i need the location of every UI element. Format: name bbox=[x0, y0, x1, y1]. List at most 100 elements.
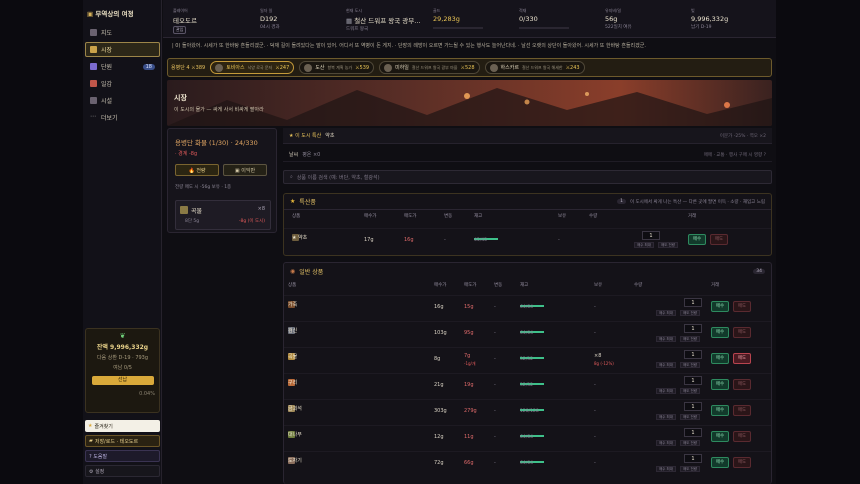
cargo-note: 전량 매도 시 -56g 보유 · 1종 bbox=[175, 185, 232, 190]
max-buy-button[interactable]: 매수 최대 bbox=[656, 388, 676, 394]
page-title: 시장 bbox=[174, 94, 187, 102]
sidebar-item-facility[interactable]: 시설 bbox=[85, 93, 160, 108]
avatar bbox=[304, 63, 313, 72]
mercenary-chip[interactable]: 도산 항복 계획 농가 ⚔539 bbox=[299, 61, 375, 74]
wealth-total: 잔액 9,996,332g bbox=[96, 344, 149, 351]
mercenary-bar: 용병단 4 ⚔389 토비아스 낙양 로국 문저 ⚔247 도산 항복 계획 농가 ⚔5… bbox=[167, 58, 772, 77]
sell-button[interactable]: 매도 bbox=[733, 457, 751, 468]
sell-all-row-button[interactable]: 매도 전량 bbox=[680, 414, 700, 420]
quantity-input[interactable]: 1 bbox=[684, 428, 702, 437]
cargo-item[interactable]: 곡물 ×8 8단 5g -8g (이 도시) bbox=[175, 200, 271, 230]
mercenary-chip[interactable]: 하스카르 철산 드워프 왕국 해세한 ⚔243 bbox=[484, 61, 585, 74]
sell-button[interactable]: 매도 bbox=[733, 353, 751, 364]
max-buy-button[interactable]: 매수 최대 bbox=[656, 440, 676, 446]
map-icon bbox=[90, 29, 97, 36]
table-header: 상품 매수가 매도가 변동 재고 보유 수량 거래 bbox=[292, 214, 697, 219]
search-input[interactable]: ⌕ 상품 이름 검색 (예: 버단, 약초, 철광석) bbox=[283, 170, 772, 184]
quantity-input[interactable]: 1 bbox=[684, 350, 702, 359]
sell-all-row-button[interactable]: 매도 전량 bbox=[680, 388, 700, 394]
quantity-input[interactable]: 1 bbox=[684, 454, 702, 463]
buy-button[interactable]: 매수 bbox=[711, 431, 729, 442]
crew-badge: 18 bbox=[142, 63, 155, 70]
quantity-input[interactable]: 1 bbox=[684, 402, 702, 411]
favorites-button[interactable]: ★ 즐겨찾기 bbox=[85, 420, 160, 432]
max-buy-button[interactable]: 매수 최대 bbox=[656, 336, 676, 342]
sidebar-item-market[interactable]: 시장 bbox=[85, 42, 160, 57]
star-icon: ★ bbox=[88, 423, 93, 429]
buy-button[interactable]: 매수 bbox=[711, 353, 729, 364]
cargo-card: 용병단 화물 (1/30) · 24/330 · 경계 -8g 🔥 전량 ▣ 이… bbox=[167, 128, 277, 233]
max-buy-button[interactable]: 매수 최대 bbox=[656, 362, 676, 368]
sell-button[interactable]: 매도 bbox=[733, 327, 751, 338]
max-buy-button[interactable]: 매수 최대 bbox=[634, 242, 654, 248]
table-row[interactable]: 대나무 12g 11g -64/64-1 매수 최대 매도 전량 매수 매도 bbox=[284, 425, 771, 449]
sell-all-button[interactable]: 🔥 전량 bbox=[175, 164, 219, 176]
sell-all-row-button[interactable]: 매도 전량 bbox=[658, 242, 678, 248]
sidebar-item-quest[interactable]: 일감 bbox=[85, 76, 160, 91]
buy-button[interactable]: 매수 bbox=[711, 405, 729, 416]
sidebar-item-more[interactable]: ⋯ 더보기 bbox=[85, 110, 160, 125]
max-buy-button[interactable]: 매수 최대 bbox=[656, 466, 676, 472]
avatar bbox=[384, 63, 393, 72]
facility-icon bbox=[90, 97, 97, 104]
settings-button[interactable]: ⚙ 설정 bbox=[85, 465, 160, 477]
quantity-input[interactable]: 1 bbox=[642, 231, 660, 240]
table-row[interactable]: 도자기 72g 66g -64/64-1 매수 최대 매도 전량 매수 매도 bbox=[284, 451, 771, 475]
quantity-input[interactable]: 1 bbox=[684, 324, 702, 333]
sell-all-row-button[interactable]: 매도 전량 bbox=[680, 310, 700, 316]
sell-button[interactable]: 매도 bbox=[733, 405, 751, 416]
table-row[interactable]: 금괴석 303g 279g -128/128-1 매수 최대 매도 전량 매수 매도 bbox=[284, 399, 771, 423]
market-main: ★ 이 도시 특산 약초 이문가 -25% · 역오 ×2 날씨 평온 ×0 매… bbox=[283, 128, 772, 484]
sidebar-item-map[interactable]: 지도 bbox=[85, 25, 160, 40]
leaf-icon: ❦ bbox=[119, 332, 126, 340]
sidebar: ▣ 무역상의 여정 지도 시장 단원 18 일감 시설 ⋯ 더보기 ❦ 잔액 9,9… bbox=[83, 0, 162, 484]
sell-all-row-button[interactable]: 매도 전량 bbox=[680, 440, 700, 446]
prepay-button[interactable]: 선납 bbox=[91, 376, 154, 385]
sell-all-row-button[interactable]: 매도 전량 bbox=[680, 466, 700, 472]
general-goods-panel: ◉ 일반 상품 34 상품 매수가 매도가 변동 재고 보유 수량 거래 가죽 1… bbox=[283, 262, 772, 484]
sidebar-item-crew[interactable]: 단원 18 bbox=[85, 59, 160, 74]
city-icon: ▦ bbox=[346, 17, 353, 25]
weather-row: 날씨 평온 ×0 매매 · 교통 · 행사 구매 시 영향 ? bbox=[283, 148, 772, 162]
sell-all-row-button[interactable]: 매도 전량 bbox=[680, 336, 700, 342]
buy-button[interactable]: 매수 bbox=[688, 234, 706, 245]
table-row[interactable]: 곡물 8g 7g -1g/개 -32/32 ×8 8g (-12%) 1 매수 최대 매도 전량 매… bbox=[284, 347, 771, 371]
news-ticker: | 0) 돌아왔어. 시세가 또 한바탕 흔들리겠군. · 덕재 길이 돌려있다… bbox=[172, 43, 646, 49]
buy-button[interactable]: 매수 bbox=[711, 457, 729, 468]
stat-day: 일자 일 D192 04시 경과 bbox=[260, 8, 280, 30]
crew-icon bbox=[90, 63, 97, 70]
max-buy-button[interactable]: 매수 최대 bbox=[656, 414, 676, 420]
search-icon: ⌕ bbox=[290, 174, 293, 180]
quest-icon bbox=[90, 80, 97, 87]
sell-button[interactable]: 매도 bbox=[733, 379, 751, 390]
box-icon: ▣ bbox=[234, 168, 240, 174]
goods-icon: ◉ bbox=[290, 267, 296, 275]
buy-button[interactable]: 매수 bbox=[711, 327, 729, 338]
sell-all-row-button[interactable]: 매도 전량 bbox=[680, 362, 700, 368]
stat-merchant: 플레이어 테오도르 관입 bbox=[173, 8, 197, 34]
stat-debt: 빚 9,996,332g 납기 D-19 bbox=[691, 8, 729, 30]
wealth-card: ❦ 잔액 9,996,332g 다음 상환 D-19 · 793g 여남 0/5… bbox=[85, 328, 160, 413]
mercenary-chip[interactable]: 토비아스 낙양 로국 문저 ⚔247 bbox=[210, 61, 295, 74]
sell-button[interactable]: 매도 bbox=[710, 234, 728, 245]
save-load-button[interactable]: ▰ 저장/로드 · 테오도르 bbox=[85, 435, 160, 447]
quantity-input[interactable]: 1 bbox=[684, 298, 702, 307]
buy-button[interactable]: 매수 bbox=[711, 379, 729, 390]
sell-button[interactable]: 매도 bbox=[733, 431, 751, 442]
mercenary-chip[interactable]: 미하일 철산 드워프 왕국 광부 마을 ⚔528 bbox=[379, 61, 480, 74]
table-row[interactable]: 가죽 16g 15g -64/64-1 매수 최대 매도 전량 매수 매도 bbox=[284, 295, 771, 319]
sell-profit-button[interactable]: ▣ 이익만 bbox=[223, 164, 267, 176]
help-button[interactable]: ? 도움말 bbox=[85, 450, 160, 462]
table-row[interactable]: ★ 약초 17g 16g - 45/45 - 1 매수 최대 매도 전량 매수 … bbox=[284, 228, 771, 254]
buy-button[interactable]: 매수 bbox=[711, 301, 729, 312]
star-icon: ★ bbox=[290, 198, 296, 205]
stat-upkeep: 유지비/일 56g 522일치 여유 bbox=[605, 8, 632, 30]
table-row[interactable]: 구리 21g 19g -32/32-1 매수 최대 매도 전량 매수 매도 bbox=[284, 373, 771, 397]
quantity-input[interactable]: 1 bbox=[684, 376, 702, 385]
app-window: ▣ 무역상의 여정 지도 시장 단원 18 일감 시설 ⋯ 더보기 ❦ 잔액 9,9… bbox=[83, 0, 776, 484]
table-row[interactable]: 검신 103g 95g -64/64-1 매수 최대 매도 전량 매수 매도 bbox=[284, 321, 771, 345]
sell-button[interactable]: 매도 bbox=[733, 301, 751, 312]
brand-icon: ▣ bbox=[87, 10, 94, 18]
max-buy-button[interactable]: 매수 최대 bbox=[656, 310, 676, 316]
folder-icon: ▰ bbox=[89, 438, 93, 444]
